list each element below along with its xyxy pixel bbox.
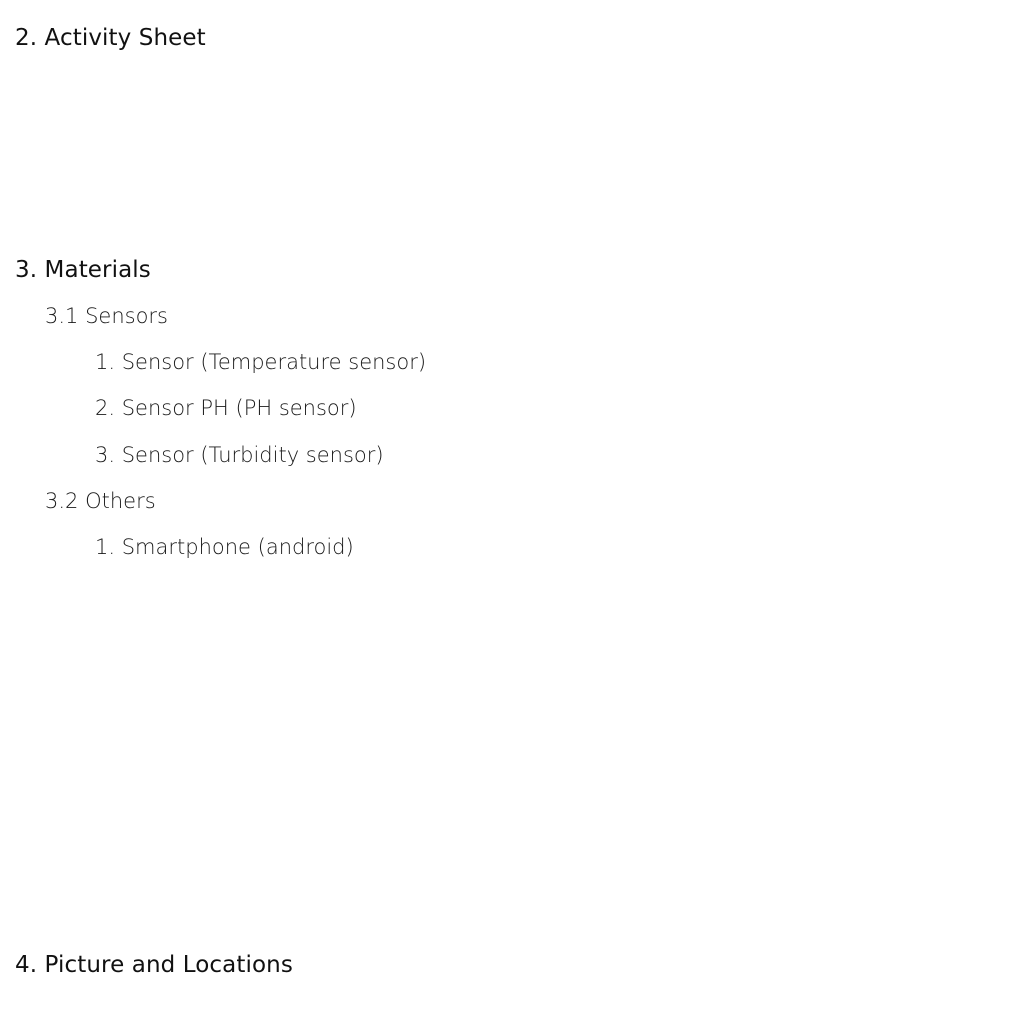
- list-item: 2. Sensor PH (PH sensor): [95, 396, 357, 420]
- section-heading: 3. Materials: [15, 257, 151, 283]
- section-heading: 2. Activity Sheet: [15, 25, 206, 51]
- list-item: 1. Sensor (Temperature sensor): [95, 350, 427, 374]
- list-item: 1. Smartphone (android): [95, 535, 354, 559]
- subsection-label: 3.1 Sensors: [45, 304, 168, 328]
- section-heading: 4. Picture and Locations: [15, 952, 293, 978]
- subsection-label: 3.2 Others: [45, 489, 156, 513]
- list-item: 3. Sensor (Turbidity sensor): [95, 443, 384, 467]
